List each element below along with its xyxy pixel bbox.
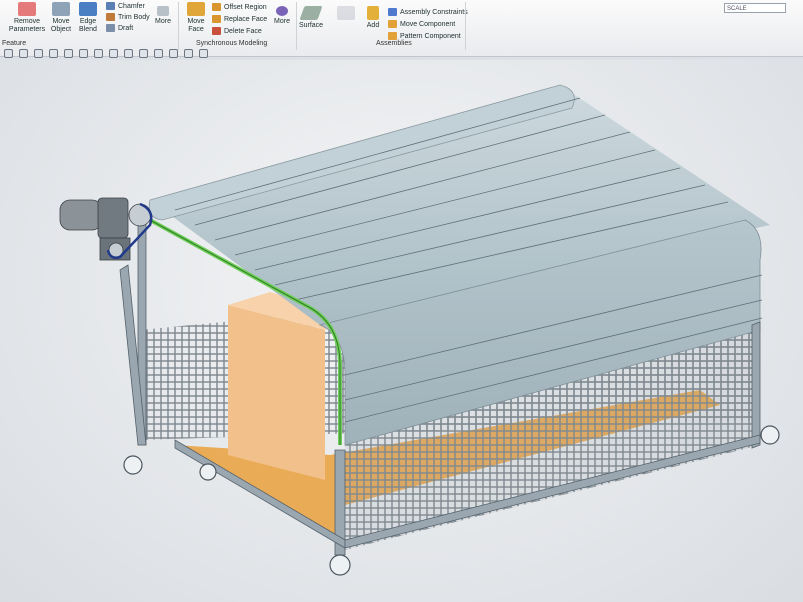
box-front[interactable] [228, 305, 325, 480]
edge-blend-icon [79, 2, 97, 16]
assembly-constraints-icon [388, 8, 397, 16]
disabled-icon [337, 6, 355, 20]
trim-body-button[interactable]: Trim Body [106, 13, 150, 21]
group-separator [296, 2, 297, 50]
group-separator [465, 2, 466, 50]
add-button[interactable]: Add [364, 6, 382, 30]
selection-toolbar [0, 46, 504, 60]
delete-face-button[interactable]: Delete Face [212, 27, 262, 35]
draft-icon [106, 24, 115, 32]
offset-region-icon [212, 3, 221, 11]
conveyor-cover-model[interactable] [0, 60, 803, 602]
draft-button[interactable]: Draft [106, 24, 133, 32]
snap-point-icon[interactable] [19, 48, 28, 58]
layer-icon[interactable] [199, 48, 208, 58]
more-feature-button[interactable]: More [152, 6, 174, 26]
snap-center-icon[interactable] [64, 48, 73, 58]
pattern-component-button[interactable]: Pattern Component [388, 32, 461, 40]
disabled-button [333, 6, 359, 22]
offset-region-button[interactable]: Offset Region [212, 3, 267, 11]
surface-icon [299, 6, 323, 20]
move-component-icon [388, 20, 397, 28]
remove-parameters-button[interactable]: Remove Parameters [9, 2, 45, 34]
replace-face-button[interactable]: Replace Face [212, 15, 267, 23]
replace-face-icon [212, 15, 221, 23]
move-face-button[interactable]: Move Face [183, 2, 209, 34]
command-search-input[interactable]: SCALE [724, 3, 786, 13]
view-orient-icon[interactable] [109, 48, 118, 58]
chamfer-icon [106, 2, 115, 10]
section-view-icon[interactable] [169, 48, 178, 58]
group-separator [178, 2, 179, 50]
assembly-constraints-button[interactable]: Assembly Constraints [388, 8, 468, 16]
pattern-component-icon [388, 32, 397, 40]
measure-icon[interactable] [184, 48, 193, 58]
move-object-button[interactable]: Move Object [48, 2, 74, 34]
zoom-fit-icon[interactable] [139, 48, 148, 58]
snap-end-icon[interactable] [34, 48, 43, 58]
more-icon [276, 6, 288, 16]
move-object-icon [52, 2, 70, 16]
move-face-icon [187, 2, 205, 16]
move-component-button[interactable]: Move Component [388, 20, 455, 28]
rotate-view-icon[interactable] [154, 48, 163, 58]
remove-parameters-icon [18, 2, 36, 16]
select-filter-icon[interactable] [4, 48, 13, 58]
drive-motor[interactable] [59, 197, 152, 261]
more-sync-button[interactable]: More [270, 6, 294, 26]
chamfer-button[interactable]: Chamfer [106, 2, 145, 10]
surface-button[interactable]: Surface [298, 6, 324, 30]
more-icon [157, 6, 169, 16]
curve-rule-icon[interactable] [79, 48, 88, 58]
trim-body-icon [106, 13, 115, 21]
delete-face-icon [212, 27, 221, 35]
graphics-viewport[interactable] [0, 60, 803, 602]
add-component-icon [367, 6, 379, 20]
render-style-icon[interactable] [124, 48, 133, 58]
snap-mid-icon[interactable] [49, 48, 58, 58]
edge-blend-button[interactable]: Edge Blend [75, 2, 101, 34]
face-rule-icon[interactable] [94, 48, 103, 58]
